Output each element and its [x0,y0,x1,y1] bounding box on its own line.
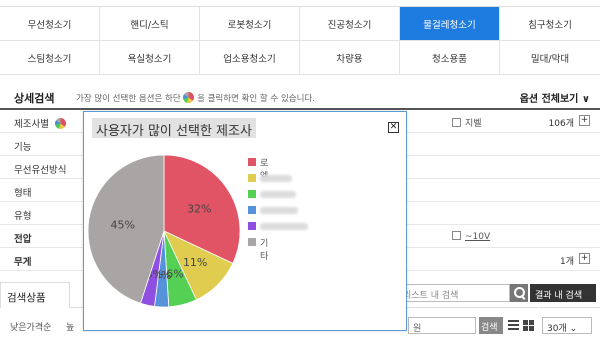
search-icon[interactable] [510,284,528,302]
manufacturer-popup: 사용자가 많이 선택한 제조사 ✕ 32%11%6%3%3%45% 로엘기타 [83,111,407,331]
legend-swatch [248,158,256,166]
category-item[interactable]: 핸디/스틱 [100,7,200,41]
expand-plus-button[interactable]: + [579,115,590,126]
detail-search-header: 상세검색 가장 많이 선택한 옵션은 하단 을 클릭하면 확인 할 수 있습니다… [0,86,600,108]
show-all-options-button[interactable]: 옵션 전체보기 ∨ [520,90,590,105]
checkbox[interactable] [452,231,461,240]
category-item[interactable]: 차량용 [300,41,400,75]
expand-plus-button[interactable]: + [579,253,590,264]
filter-option[interactable]: ~10V [452,231,490,242]
category-item[interactable]: 물걸레청소기 [400,7,500,41]
pie-chart: 32%11%6%3%3%45% [87,154,241,308]
checkbox[interactable] [452,118,461,127]
search-within-results-dropdown[interactable]: 결과 내 검색 ⌄ [530,284,596,311]
detail-search-title: 상세검색 [14,92,55,105]
option-count: 1개 [559,257,574,267]
slice-label: 32% [187,203,211,216]
filter-option[interactable]: 지벨 [452,116,482,129]
legend-label-redacted [260,191,296,198]
category-item[interactable]: 진공청소기 [300,7,400,41]
description-text: 가장 많이 선택한 옵션은 하단 [76,94,181,104]
legend-swatch [248,190,256,198]
description-suffix: 을 클릭하면 확인 할 수 있습니다. [197,94,315,104]
legend-label-redacted [260,223,308,230]
filter-label-wireless: 무선유선방식 [14,165,67,176]
slice-label: 11% [183,256,207,269]
grid-view-icon[interactable] [523,320,534,331]
category-item[interactable]: 청소용품 [400,41,500,75]
list-view-icon[interactable] [508,320,519,331]
pie-chart-icon[interactable] [55,118,66,129]
legend-swatch [248,174,256,182]
price-search-button[interactable]: 검색 [479,317,503,334]
category-item[interactable]: 밀대/막대 [500,41,600,75]
category-grid: 무선청소기 핸디/스틱 로봇청소기 진공청소기 물걸레청소기 침구청소기스팀청소기 욕실청소… [0,6,600,75]
legend-label-redacted [260,175,292,182]
tab-label: 검색상품 [7,292,46,304]
filter-label-manufacturer: 제조사별 [14,116,66,130]
price-input[interactable]: 원 [408,317,476,334]
filter-label-weight: 무게 [14,257,32,268]
filter-label-type: 유형 [14,211,32,222]
category-item[interactable]: 스팀청소기 [0,41,100,75]
slice-label: 45% [110,218,134,231]
filter-label-function: 기능 [14,142,32,153]
legend-swatch [248,238,256,246]
sort-low-price[interactable]: 낮은가격순 [10,320,51,333]
category-item[interactable]: 업소용청소기 [200,41,300,75]
pie-chart-icon[interactable] [183,92,195,103]
legend-swatch [248,206,256,214]
category-item[interactable]: 침구청소기 [500,7,600,41]
per-page-select[interactable]: 30개 ⌄ [542,317,592,334]
tab-search-results[interactable]: 검색상품 [0,282,70,308]
filter-label-voltage: 전압 [14,234,32,245]
filter-label-shape: 형태 [14,188,32,199]
sort-high-price[interactable]: 높 [66,320,74,333]
option-count: 106개 [548,119,574,129]
legend-label-redacted [260,207,298,214]
legend-label: 기타 [260,239,269,262]
detail-search-description: 가장 많이 선택한 옵션은 하단 을 클릭하면 확인 할 수 있습니다. [76,92,315,104]
in-list-search-input[interactable]: 리스트 내 검색 [396,284,510,302]
category-item[interactable]: 무선청소기 [0,7,100,41]
legend-swatch [248,222,256,230]
category-item[interactable]: 욕실청소기 [100,41,200,75]
category-item[interactable]: 로봇청소기 [200,7,300,41]
